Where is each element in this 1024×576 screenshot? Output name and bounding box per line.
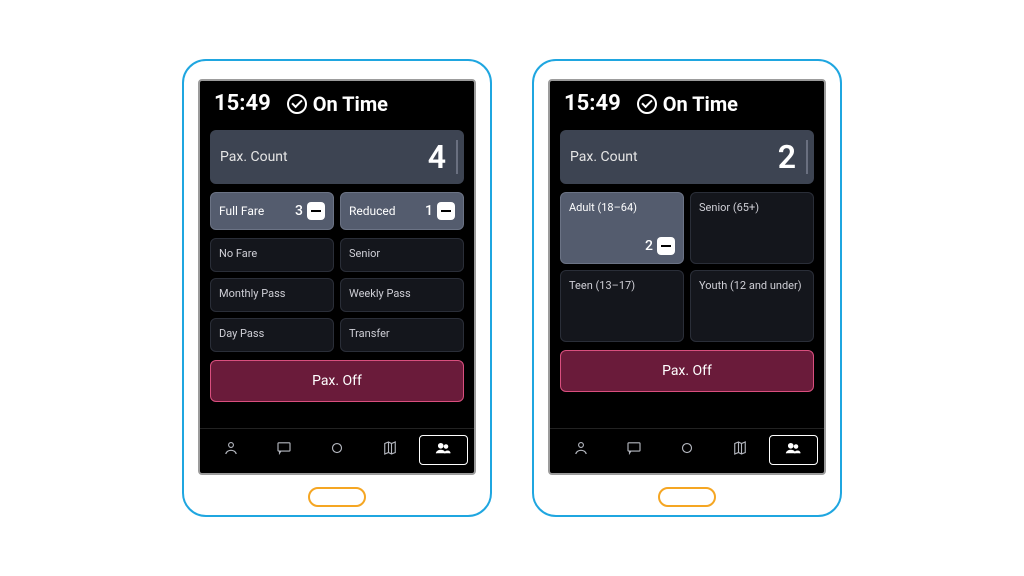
age-tile-senior[interactable]: Senior (65+) xyxy=(690,192,814,264)
nav-record[interactable] xyxy=(662,435,711,465)
bottom-nav xyxy=(550,428,824,473)
age-tile-youth[interactable]: Youth (12 and under) xyxy=(690,270,814,342)
fare-tile-weekly-pass[interactable]: Weekly Pass xyxy=(340,278,464,312)
screen: 15:49 On Time Pax. Count 4 Full Fare 3 xyxy=(198,79,476,475)
record-icon xyxy=(328,439,346,461)
status-bar: 15:49 On Time xyxy=(200,81,474,124)
fare-tile-grid-rest: No Fare Senior Monthly Pass Weekly Pass … xyxy=(210,238,464,352)
clock: 15:49 xyxy=(564,91,621,116)
tile-count: 3 xyxy=(295,203,303,219)
tile-label: Adult (18–64) xyxy=(569,201,675,214)
nav-person[interactable] xyxy=(206,435,255,465)
tile-count: 1 xyxy=(425,203,433,219)
home-button[interactable] xyxy=(308,487,366,507)
fare-tile-grid: Full Fare 3 Reduced 1 xyxy=(210,192,464,230)
pax-count-label: Pax. Count xyxy=(570,149,638,165)
nav-people[interactable] xyxy=(769,435,818,465)
people-icon xyxy=(434,439,452,461)
status-text: On Time xyxy=(663,92,738,116)
person-icon xyxy=(222,439,240,461)
tablet-device-1: 15:49 On Time Pax. Count 4 Full Fare 3 xyxy=(182,59,492,517)
age-tile-adult[interactable]: Adult (18–64) 2 xyxy=(560,192,684,264)
person-icon xyxy=(572,439,590,461)
fare-tile-day-pass[interactable]: Day Pass xyxy=(210,318,334,352)
fare-tile-no-fare[interactable]: No Fare xyxy=(210,238,334,272)
content-area: Pax. Count 4 Full Fare 3 Reduced 1 xyxy=(200,124,474,428)
screen: 15:49 On Time Pax. Count 2 Adult (18–64)… xyxy=(548,79,826,475)
chat-icon xyxy=(275,439,293,461)
age-tile-grid: Adult (18–64) 2 Senior (65+) Teen (13–17… xyxy=(560,192,814,342)
status-bar: 15:49 On Time xyxy=(550,81,824,124)
map-icon xyxy=(381,439,399,461)
pax-count-label: Pax. Count xyxy=(220,149,288,165)
nav-chat[interactable] xyxy=(259,435,308,465)
tile-label: Teen (13–17) xyxy=(569,279,675,292)
pax-count-display[interactable]: Pax. Count 4 xyxy=(210,130,464,184)
tile-label: Senior (65+) xyxy=(699,201,805,214)
tile-label: Weekly Pass xyxy=(349,287,455,300)
nav-person[interactable] xyxy=(556,435,605,465)
check-circle-icon xyxy=(287,94,307,114)
tablet-device-2: 15:49 On Time Pax. Count 2 Adult (18–64)… xyxy=(532,59,842,517)
fare-tile-reduced[interactable]: Reduced 1 xyxy=(340,192,464,230)
fare-tile-senior[interactable]: Senior xyxy=(340,238,464,272)
status-indicator: On Time xyxy=(637,92,738,116)
nav-people[interactable] xyxy=(419,435,468,465)
tile-label: Day Pass xyxy=(219,327,325,340)
tile-count: 2 xyxy=(645,238,653,254)
tile-label: Senior xyxy=(349,247,455,260)
fare-tile-monthly-pass[interactable]: Monthly Pass xyxy=(210,278,334,312)
nav-map[interactable] xyxy=(716,435,765,465)
minus-icon[interactable] xyxy=(437,202,455,220)
home-button[interactable] xyxy=(658,487,716,507)
minus-icon[interactable] xyxy=(657,237,675,255)
nav-chat[interactable] xyxy=(609,435,658,465)
nav-record[interactable] xyxy=(312,435,361,465)
nav-map[interactable] xyxy=(366,435,415,465)
pax-count-display[interactable]: Pax. Count 2 xyxy=(560,130,814,184)
content-area: Pax. Count 2 Adult (18–64) 2 Senior (65+… xyxy=(550,124,824,428)
pax-off-button[interactable]: Pax. Off xyxy=(210,360,464,402)
check-circle-icon xyxy=(637,94,657,114)
age-tile-teen[interactable]: Teen (13–17) xyxy=(560,270,684,342)
fare-tile-full-fare[interactable]: Full Fare 3 xyxy=(210,192,334,230)
bottom-nav xyxy=(200,428,474,473)
map-icon xyxy=(731,439,749,461)
tile-label: Reduced xyxy=(349,204,396,218)
pax-count-value: 4 xyxy=(428,138,454,176)
status-text: On Time xyxy=(313,92,388,116)
clock: 15:49 xyxy=(214,91,271,116)
tile-label: Full Fare xyxy=(219,204,264,218)
pax-off-button[interactable]: Pax. Off xyxy=(560,350,814,392)
status-indicator: On Time xyxy=(287,92,388,116)
minus-icon[interactable] xyxy=(307,202,325,220)
tile-label: No Fare xyxy=(219,247,325,260)
tile-label: Monthly Pass xyxy=(219,287,325,300)
tile-label: Transfer xyxy=(349,327,455,340)
people-icon xyxy=(784,439,802,461)
chat-icon xyxy=(625,439,643,461)
record-icon xyxy=(678,439,696,461)
fare-tile-transfer[interactable]: Transfer xyxy=(340,318,464,352)
tile-label: Youth (12 and under) xyxy=(699,279,805,292)
pax-count-value: 2 xyxy=(778,138,804,176)
